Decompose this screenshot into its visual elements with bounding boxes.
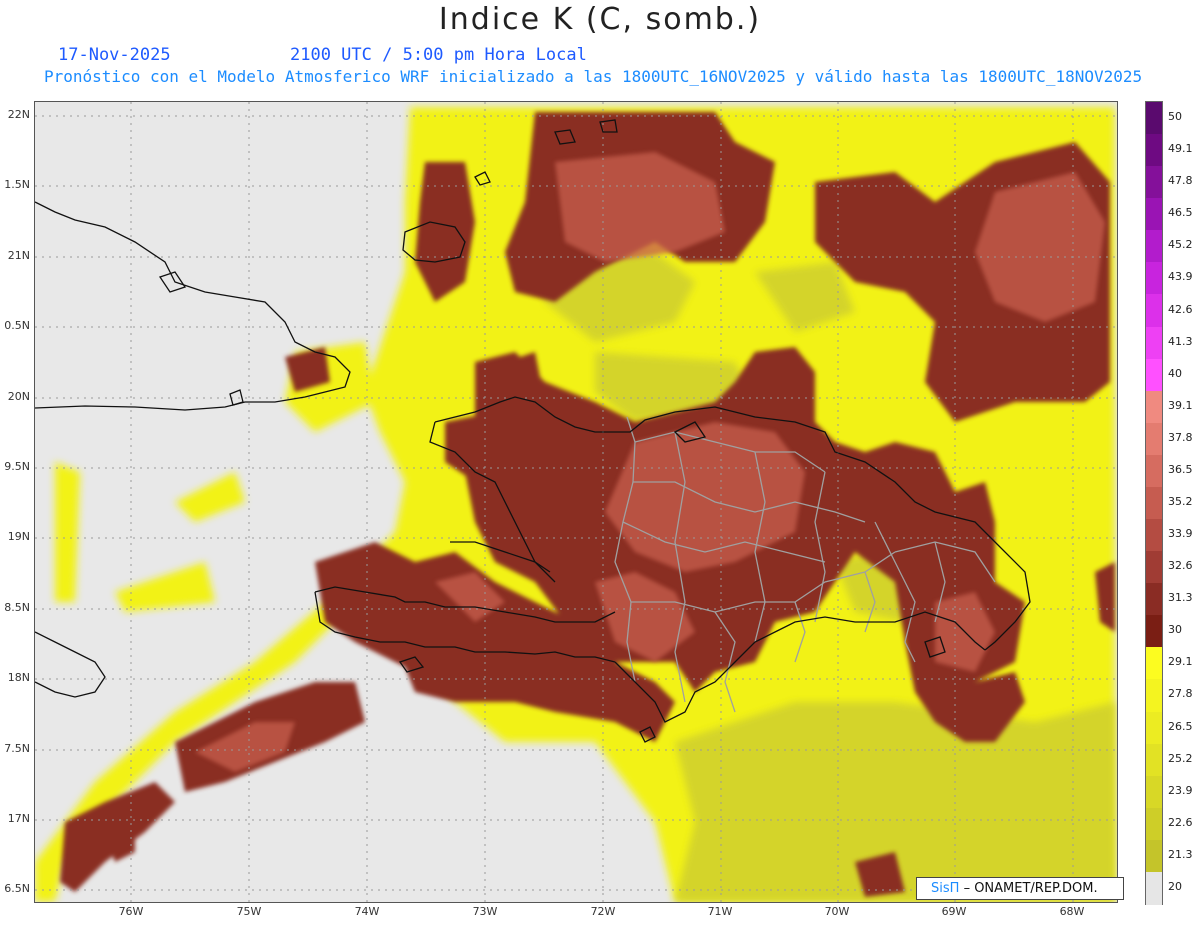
lon-label-74w: 74W — [354, 905, 380, 918]
lon-label-76w: 76W — [118, 905, 144, 918]
colorbar-segment — [1146, 486, 1162, 520]
lon-label-68w: 68W — [1059, 905, 1085, 918]
map-canvas — [35, 102, 1117, 902]
colorbar-segment — [1146, 102, 1162, 135]
colorbar-label: 46.5 — [1168, 206, 1193, 220]
colorbar-segment — [1146, 294, 1162, 328]
colorbar-segment — [1146, 647, 1162, 681]
colorbar-label: 25.2 — [1168, 751, 1193, 765]
colorbar-label: 26.5 — [1168, 719, 1193, 733]
colorbar-segment — [1146, 166, 1162, 200]
colorbar-segment — [1146, 679, 1162, 713]
colorbar-segment — [1146, 839, 1162, 873]
colorbar-segment — [1146, 198, 1162, 232]
colorbar-label: 49.1 — [1168, 142, 1193, 156]
colorbar-label: 31.3 — [1168, 591, 1193, 605]
colorbar-label: 50 — [1168, 110, 1182, 124]
lat-label-18n: 18N — [7, 671, 30, 684]
colorbar-segment — [1146, 390, 1162, 424]
colorbar-segment — [1146, 422, 1162, 456]
colorbar-segment — [1146, 519, 1162, 553]
colorbar-label: 22.6 — [1168, 815, 1193, 829]
colorbar-label: 40 — [1168, 366, 1182, 380]
colorbar-segment — [1146, 775, 1162, 809]
colorbar-segment — [1146, 743, 1162, 777]
map-title: Indice K (C, somb.) — [438, 2, 762, 37]
colorbar-label: 43.9 — [1168, 270, 1193, 284]
colorbar-segment — [1146, 262, 1162, 296]
colorbar-segment — [1146, 134, 1162, 168]
forecast-time: 2100 UTC / 5:00 pm Hora Local — [290, 45, 587, 65]
colorbar-label: 32.6 — [1168, 559, 1193, 573]
lat-label-21n: 21N — [7, 249, 30, 262]
lat-label-19n: 19N — [7, 530, 30, 543]
colorbar-label: 21.3 — [1168, 847, 1193, 861]
colorbar-label: 35.2 — [1168, 495, 1193, 508]
colorbar-label: 37.8 — [1168, 430, 1193, 444]
lat-label-17n: 17N — [7, 812, 30, 825]
colorbar-label: 29.1 — [1168, 655, 1193, 669]
colorbar-label: 30 — [1168, 623, 1182, 637]
colorbar-label: 47.8 — [1168, 174, 1193, 188]
lon-label-69w: 69W — [941, 905, 967, 918]
colorbar-label: 27.8 — [1168, 687, 1193, 701]
lat-label-16-5n: 6.5N — [4, 882, 30, 895]
lon-label-75w: 75W — [236, 905, 262, 918]
lat-label-22n: 22N — [7, 108, 30, 121]
colorbar-segment — [1146, 551, 1162, 585]
colorbar-label: 42.6 — [1168, 302, 1193, 316]
lat-label-21-5n: 1.5N — [4, 178, 30, 191]
model-description: Pronóstico con el Modelo Atmosferico WRF… — [44, 67, 1143, 86]
lat-label-19-5n: 9.5N — [4, 460, 30, 473]
lat-label-20n: 20N — [7, 390, 30, 403]
lon-label-71w: 71W — [707, 905, 733, 918]
lon-label-70w: 70W — [824, 905, 850, 918]
colorbar-segment — [1146, 326, 1162, 360]
colorbar-segment — [1146, 615, 1162, 649]
organization-credit: – ONAMET/REP.DOM. — [963, 881, 1098, 896]
colorbar-segment — [1146, 807, 1162, 841]
colorbar-label: 41.3 — [1168, 334, 1193, 348]
colorbar-segment — [1146, 711, 1162, 745]
lat-label-17-5n: 7.5N — [4, 742, 30, 755]
colorbar-segment — [1146, 230, 1162, 264]
colorbar-segment — [1146, 358, 1162, 392]
colorbar-label: 45.2 — [1168, 238, 1193, 252]
colorbar — [1145, 101, 1163, 905]
colorbar-segment — [1146, 871, 1162, 905]
map-panel[interactable] — [34, 101, 1118, 903]
sisp-logo: SisΠ — [931, 881, 960, 896]
colorbar-label: 33.9 — [1168, 527, 1193, 541]
lon-label-73w: 73W — [472, 905, 498, 918]
lon-label-72w: 72W — [590, 905, 616, 918]
colorbar-label: 20 — [1168, 879, 1182, 893]
colorbar-segment — [1146, 583, 1162, 617]
colorbar-segment — [1146, 454, 1162, 488]
lat-label-20-5n: 0.5N — [4, 319, 30, 332]
credit-box: SisΠ – ONAMET/REP.DOM. — [916, 877, 1124, 900]
lat-label-18-5n: 8.5N — [4, 601, 30, 614]
colorbar-label: 36.5 — [1168, 462, 1193, 476]
forecast-date: 17-Nov-2025 — [58, 45, 171, 65]
colorbar-label: 39.1 — [1168, 398, 1193, 412]
colorbar-label: 23.9 — [1168, 783, 1193, 797]
